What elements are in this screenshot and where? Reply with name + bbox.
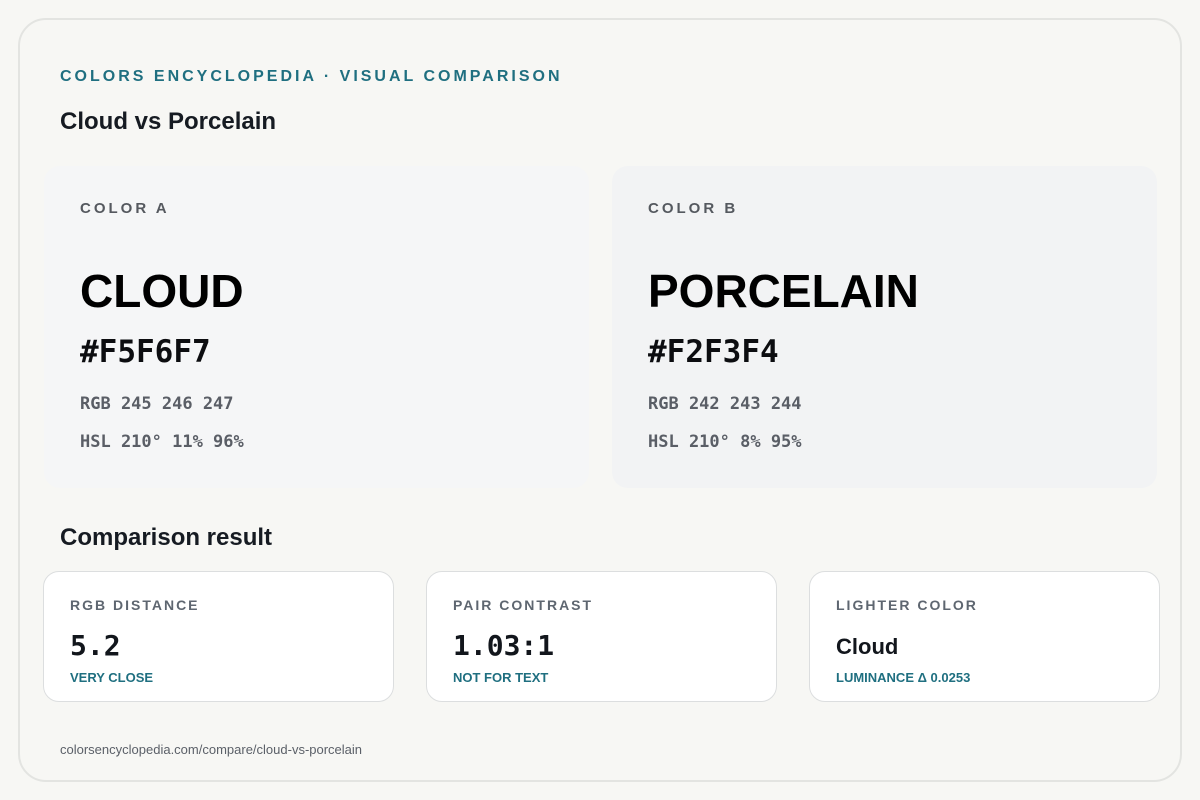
color-b-name: PORCELAIN bbox=[648, 265, 919, 317]
metric-value: 1.03:1 bbox=[453, 629, 555, 662]
metric-pair-contrast: PAIR CONTRAST 1.03:1 NOT FOR TEXT bbox=[426, 571, 777, 702]
color-b-hex: #F2F3F4 bbox=[648, 334, 779, 370]
color-a-swatch: COLOR A CLOUD #F5F6F7 RGB 245 246 247 HS… bbox=[44, 166, 589, 488]
color-a-tag: COLOR A bbox=[80, 200, 170, 217]
color-a-hex: #F5F6F7 bbox=[80, 334, 211, 370]
metric-label: LIGHTER COLOR bbox=[836, 597, 978, 613]
color-b-hsl: HSL 210° 8% 95% bbox=[648, 432, 802, 452]
metric-rgb-distance: RGB DISTANCE 5.2 VERY CLOSE bbox=[43, 571, 394, 702]
comparison-title: Comparison result bbox=[60, 524, 273, 551]
metric-label: RGB DISTANCE bbox=[70, 597, 200, 613]
site-eyebrow: COLORS ENCYCLOPEDIA · VISUAL COMPARISON bbox=[60, 68, 563, 85]
metric-note: LUMINANCE Δ 0.0253 bbox=[836, 670, 971, 685]
metric-value: Cloud bbox=[836, 634, 899, 659]
color-b-tag: COLOR B bbox=[648, 200, 739, 217]
metric-note: VERY CLOSE bbox=[70, 670, 154, 685]
color-a-rgb: RGB 245 246 247 bbox=[80, 394, 234, 414]
color-b-rgb: RGB 242 243 244 bbox=[648, 394, 802, 414]
metric-note: NOT FOR TEXT bbox=[453, 670, 549, 685]
metric-label: PAIR CONTRAST bbox=[453, 597, 594, 613]
color-a-hsl: HSL 210° 11% 96% bbox=[80, 432, 244, 452]
metric-value: 5.2 bbox=[70, 629, 121, 662]
comparison-card: COLORS ENCYCLOPEDIA · VISUAL COMPARISON … bbox=[18, 18, 1182, 782]
metric-lighter-color: LIGHTER COLOR Cloud LUMINANCE Δ 0.0253 bbox=[809, 571, 1160, 702]
color-b-swatch: COLOR B PORCELAIN #F2F3F4 RGB 242 243 24… bbox=[612, 166, 1157, 488]
page-url[interactable]: colorsencyclopedia.com/compare/cloud-vs-… bbox=[60, 742, 362, 757]
color-a-name: CLOUD bbox=[80, 265, 244, 317]
page-title: Cloud vs Porcelain bbox=[60, 108, 277, 135]
